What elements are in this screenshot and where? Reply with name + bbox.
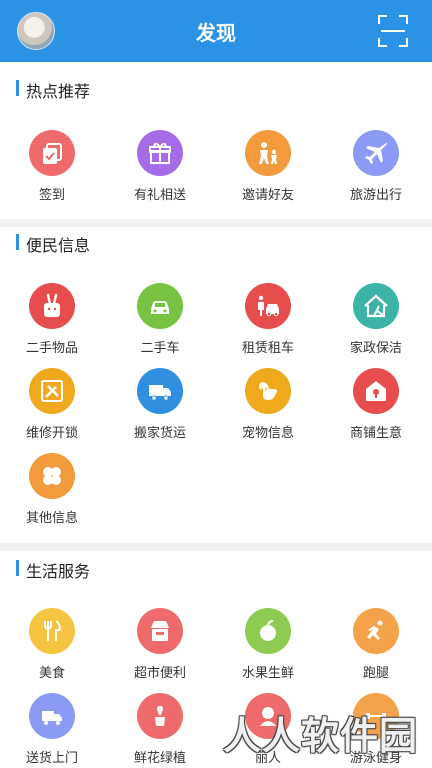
grid-item[interactable]: 水果生鲜 xyxy=(216,608,324,688)
section-accent-bar xyxy=(16,560,19,576)
clover-icon xyxy=(29,453,75,499)
truck-icon xyxy=(137,368,183,414)
scan-icon[interactable] xyxy=(378,15,408,47)
grid-item-label: 水果生鲜 xyxy=(241,666,294,681)
grid-item-label: 签到 xyxy=(38,188,65,203)
rabbit-bag-icon xyxy=(29,283,75,329)
watermark: 人人软件园 xyxy=(222,714,418,758)
grid-item[interactable]: 邀请好友 xyxy=(216,130,324,210)
section-title: 生活服务 xyxy=(26,562,91,581)
grid-item[interactable]: 搬家货运 xyxy=(108,368,216,448)
section-title: 便民信息 xyxy=(26,236,91,255)
grid-item-label: 二手物品 xyxy=(25,341,78,356)
divider xyxy=(0,543,432,551)
grid-item-label: 邀请好友 xyxy=(241,188,294,203)
section-header-info: 便民信息 xyxy=(16,232,396,255)
grid-item-label: 二手车 xyxy=(140,341,180,356)
fruit-icon xyxy=(245,608,291,654)
grid-item[interactable]: 鲜花绿植 xyxy=(108,693,216,768)
food-icon xyxy=(29,608,75,654)
grid-item[interactable]: 二手物品 xyxy=(0,283,108,363)
grid-item-label: 维修开锁 xyxy=(25,426,78,441)
divider xyxy=(0,219,432,227)
checkin-icon xyxy=(29,130,75,176)
grid-item-label: 宠物信息 xyxy=(241,426,294,441)
grid-item-label: 商铺生意 xyxy=(349,426,402,441)
grid-item-label: 搬家货运 xyxy=(133,426,186,441)
grid-item-label: 家政保洁 xyxy=(349,341,402,356)
dog-icon xyxy=(245,368,291,414)
grid-item[interactable]: 超市便利 xyxy=(108,608,216,688)
section-header-hot: 热点推荐 xyxy=(16,78,396,101)
page-title: 发现 xyxy=(196,21,236,45)
section-header-life: 生活服务 xyxy=(16,558,396,581)
grid-item-label: 超市便利 xyxy=(133,666,186,681)
grid-item-label: 美食 xyxy=(38,666,65,681)
plane-icon xyxy=(353,130,399,176)
grid-item-label: 鲜花绿植 xyxy=(133,751,186,766)
grid-item[interactable]: 有礼相送 xyxy=(108,130,216,210)
flower-icon xyxy=(137,693,183,739)
runner-icon xyxy=(353,608,399,654)
grid-item[interactable]: 跑腿 xyxy=(324,608,432,688)
grid-item[interactable]: 维修开锁 xyxy=(0,368,108,448)
section-accent-bar xyxy=(16,80,19,96)
grid-item[interactable]: 旅游出行 xyxy=(324,130,432,210)
grid-item[interactable]: 商铺生意 xyxy=(324,368,432,448)
grid-item[interactable]: 家政保洁 xyxy=(324,283,432,363)
invite-icon xyxy=(245,130,291,176)
gift-icon xyxy=(137,130,183,176)
grid-item-label: 旅游出行 xyxy=(349,188,402,203)
grid-item[interactable]: 二手车 xyxy=(108,283,216,363)
house-clean-icon xyxy=(353,283,399,329)
grid-item[interactable]: 宠物信息 xyxy=(216,368,324,448)
section-title: 热点推荐 xyxy=(26,82,91,101)
rent-car-icon xyxy=(245,283,291,329)
grid-item-label: 租赁租车 xyxy=(241,341,294,356)
grid-item-label: 送货上门 xyxy=(25,751,78,766)
delivery-icon xyxy=(29,693,75,739)
grid-item-label: 其他信息 xyxy=(25,511,78,526)
repair-icon xyxy=(29,368,75,414)
grid-item[interactable]: 送货上门 xyxy=(0,693,108,768)
grid-item[interactable]: 签到 xyxy=(0,130,108,210)
grid-item-label: 跑腿 xyxy=(362,666,389,681)
shop-icon xyxy=(353,368,399,414)
car-icon xyxy=(137,283,183,329)
section-accent-bar xyxy=(16,234,19,250)
top-bar: 发现 xyxy=(0,0,432,62)
grid-item[interactable]: 美食 xyxy=(0,608,108,688)
supermarket-icon xyxy=(137,608,183,654)
grid-item-label: 有礼相送 xyxy=(133,188,186,203)
grid-item[interactable]: 其他信息 xyxy=(0,453,108,533)
grid-item[interactable]: 租赁租车 xyxy=(216,283,324,363)
